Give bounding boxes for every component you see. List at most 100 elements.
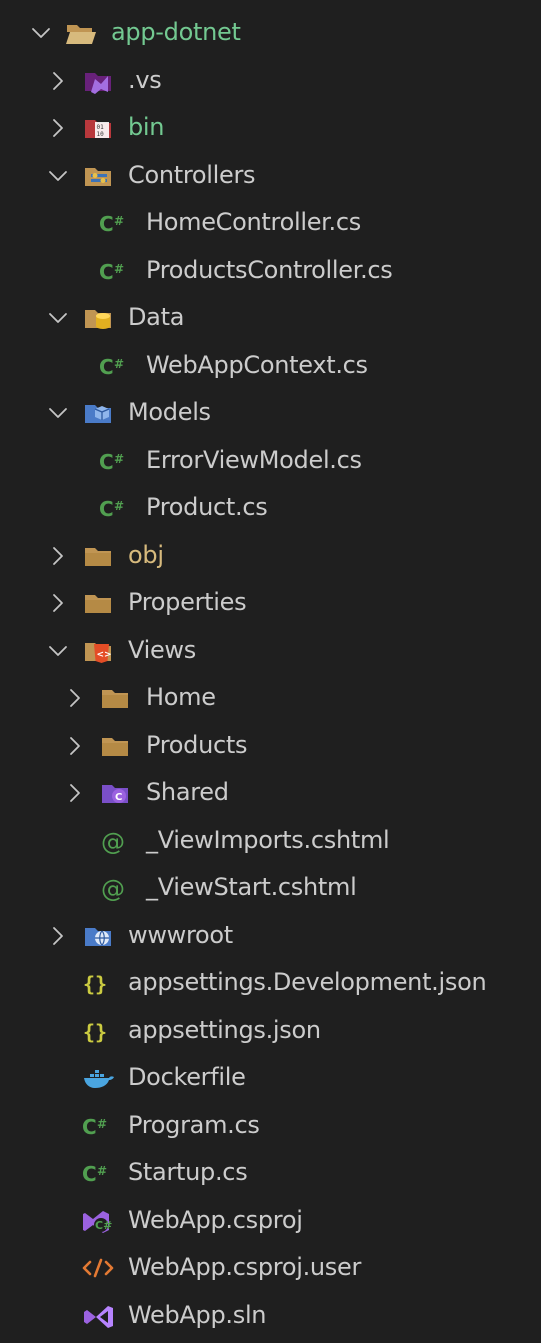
tree-item-label: Models (128, 398, 211, 426)
tree-item-label: WebApp.csproj (128, 1205, 303, 1234)
tree-folder-products[interactable]: Products (0, 722, 541, 769)
tree-folder-views[interactable]: <> Views (0, 627, 541, 674)
tree-folder-controllers[interactable]: Controllers (0, 152, 541, 199)
chevron-right-icon[interactable] (64, 687, 86, 709)
csharp-icon: C # (98, 494, 132, 522)
tree-file-dockerfile[interactable]: Dockerfile (0, 1054, 541, 1101)
tree-file-homecontroller-cs[interactable]: C # HomeController.cs (0, 199, 541, 246)
tree-folder-bin[interactable]: 01 10 bin (0, 104, 541, 151)
tree-item-label: Views (128, 635, 196, 664)
tree-folder-data[interactable]: Data (0, 294, 541, 341)
svg-text:C: C (99, 212, 114, 236)
chevron-right-icon[interactable] (64, 735, 86, 757)
tree-file-webapp-csproj[interactable]: C# WebApp.csproj (0, 1197, 541, 1244)
tree-folder-app-dotnet[interactable]: app-dotnet (0, 9, 541, 56)
tree-folder-home[interactable]: Home (0, 674, 541, 721)
tree-item-label: _ViewStart.cshtml (146, 873, 357, 901)
explorer-tree: app-dotnet .vs 01 10 bin Controllers C # HomeCon… (0, 0, 541, 1343)
svg-text:{}: {} (83, 972, 107, 996)
tree-file-productscontroller-cs[interactable]: C # ProductsController.cs (0, 247, 541, 294)
chevron-right-icon[interactable] (47, 545, 69, 567)
tree-item-label: bin (128, 113, 165, 141)
tree-file-webappcontext-cs[interactable]: C # WebAppContext.cs (0, 342, 541, 389)
tree-item-label: wwwroot (128, 920, 233, 949)
tree-item-label: Shared (146, 778, 229, 806)
tree-item-label: ErrorViewModel.cs (146, 445, 362, 474)
tree-item-label: Controllers (128, 160, 256, 189)
svg-text:C: C (99, 260, 114, 284)
tree-item-label: WebApp.sln (128, 1300, 267, 1329)
tree-file-viewimports-cshtml[interactable]: @ _ViewImports.cshtml (0, 817, 541, 864)
chevron-right-icon[interactable] (64, 782, 86, 804)
tree-item-label: obj (128, 540, 164, 569)
tree-item-label: appsettings.Development.json (128, 968, 487, 996)
chevron-down-icon[interactable] (47, 165, 69, 187)
tree-item-label: ProductsController.cs (146, 255, 393, 284)
tree-item-label: Properties (128, 588, 247, 616)
tree-file-startup-cs[interactable]: C # Startup.cs (0, 1149, 541, 1196)
folder-open-icon (64, 19, 98, 47)
tree-folder-properties[interactable]: Properties (0, 579, 541, 626)
tree-item-label: Data (128, 303, 185, 331)
docker-icon (81, 1064, 115, 1092)
tree-file-viewstart-cshtml[interactable]: @ _ViewStart.cshtml (0, 864, 541, 911)
csharp-icon: C # (81, 1112, 115, 1140)
tree-file-appsettings-json[interactable]: {} appsettings.json (0, 1007, 541, 1054)
tree-file-webapp-csproj-user[interactable]: WebApp.csproj.user (0, 1244, 541, 1291)
tree-folder-vs[interactable]: .vs (0, 57, 541, 104)
csproj-icon: C# (81, 1207, 115, 1235)
tree-item-label: Product.cs (146, 493, 268, 521)
tree-file-errorviewmodel-cs[interactable]: C # ErrorViewModel.cs (0, 437, 541, 484)
svg-text:#: # (114, 499, 124, 513)
views-folder-icon: <> (81, 637, 115, 665)
svg-text:#: # (114, 214, 124, 228)
csharp-icon: C # (98, 447, 132, 475)
tree-file-program-cs[interactable]: C # Program.cs (0, 1102, 541, 1149)
tree-item-label: Program.cs (128, 1110, 260, 1139)
tree-item-label: _ViewImports.cshtml (146, 825, 390, 854)
xml-icon (81, 1254, 115, 1282)
chevron-right-icon[interactable] (47, 925, 69, 947)
svg-text:C: C (82, 1162, 97, 1186)
razor-icon: @ (98, 874, 132, 902)
shared-folder-icon: C (98, 779, 132, 807)
tree-file-appsettings-development-json[interactable]: {} appsettings.Development.json (0, 959, 541, 1006)
tree-item-label: HomeController.cs (146, 208, 361, 236)
csharp-icon: C # (81, 1159, 115, 1187)
svg-text:#: # (114, 452, 124, 466)
chevron-down-icon[interactable] (30, 22, 52, 44)
tree-folder-models[interactable]: Models (0, 389, 541, 436)
svg-text:{}: {} (83, 1020, 107, 1044)
chevron-right-icon[interactable] (47, 117, 69, 139)
chevron-right-icon[interactable] (47, 70, 69, 92)
tree-item-label: .vs (128, 65, 162, 94)
tree-item-label: Products (146, 730, 248, 759)
svg-text:C: C (99, 497, 114, 521)
chevron-right-icon[interactable] (47, 592, 69, 614)
csharp-icon: C # (98, 257, 132, 285)
svg-text:<>: <> (97, 650, 112, 660)
tree-item-label: WebAppContext.cs (146, 350, 368, 379)
web-folder-icon (81, 922, 115, 950)
tree-folder-shared[interactable]: C Shared (0, 769, 541, 816)
tree-file-webapp-sln[interactable]: WebApp.sln (0, 1292, 541, 1339)
json-icon: {} (81, 969, 115, 997)
chevron-down-icon[interactable] (47, 640, 69, 662)
database-folder-icon (81, 304, 115, 332)
tree-item-label: appsettings.json (128, 1015, 321, 1044)
svg-text:C: C (115, 792, 122, 803)
tree-folder-wwwroot[interactable]: wwwroot (0, 912, 541, 959)
tree-file-product-cs[interactable]: C # Product.cs (0, 484, 541, 531)
svg-text:#: # (114, 262, 124, 276)
chevron-down-icon[interactable] (47, 402, 69, 424)
chevron-down-icon[interactable] (47, 307, 69, 329)
csharp-icon: C # (98, 209, 132, 237)
tree-item-label: Startup.cs (128, 1158, 248, 1186)
binary-folder-icon: 01 10 (81, 114, 115, 142)
json-icon: {} (81, 1017, 115, 1045)
svg-text:@: @ (101, 828, 125, 855)
tree-item-label: Dockerfile (128, 1063, 246, 1091)
tree-folder-obj[interactable]: obj (0, 532, 541, 579)
svg-text:C: C (99, 450, 114, 474)
svg-text:C: C (99, 355, 114, 379)
